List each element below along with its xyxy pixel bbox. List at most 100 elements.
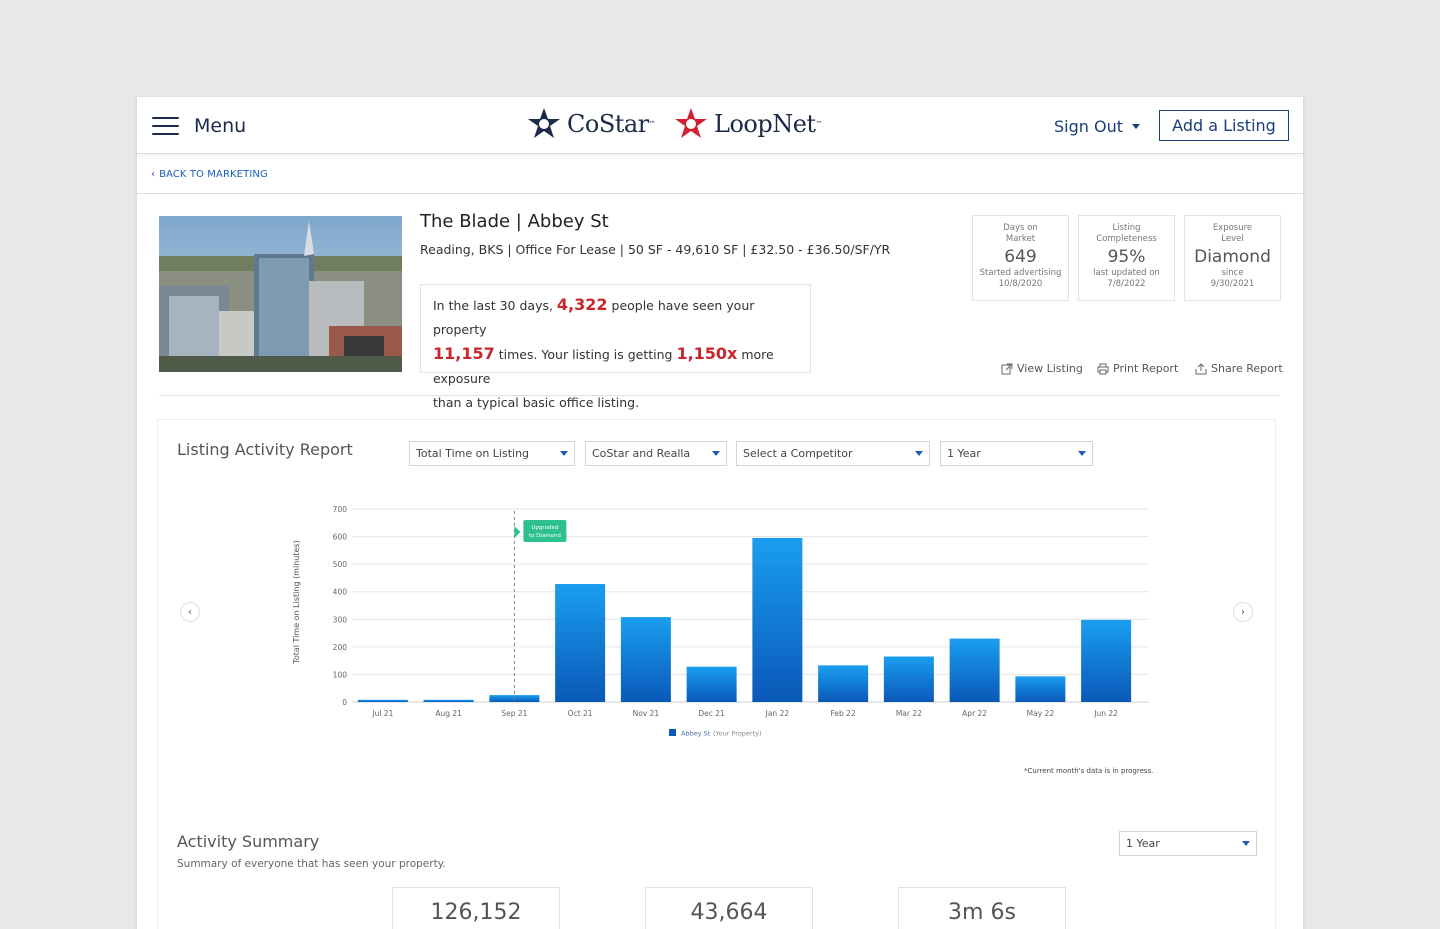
chart-grid [352,508,1149,703]
top-header: Menu CoStar ™ LoopNet ™ Sign Out Add a Lis… [137,97,1303,154]
sites-select-value: CoStar and Realla [592,447,691,460]
chart-next-button[interactable]: › [1233,602,1253,622]
sites-select[interactable]: CoStar and Realla [585,441,727,466]
x-tick-label: Apr 22 [962,709,987,718]
stat-value: 649 [1004,247,1037,267]
bar-jul-21 [357,699,408,702]
sign-out-label: Sign Out [1054,117,1123,136]
legend-label-suffix: (Your Property) [713,730,762,738]
view-listing-link[interactable]: View Listing [1001,362,1083,375]
x-tick-label: Aug 21 [435,709,462,718]
x-tick-label: Jul 21 [371,709,393,718]
legend-swatch [669,729,676,736]
exposure-text: times. Your listing is getting [494,347,677,362]
menu-button[interactable]: Menu [152,115,246,137]
stat-date: 9/30/2021 [1210,279,1255,289]
external-link-icon [1001,363,1013,374]
summary-card-visitors: 43,664 [645,887,813,929]
report-title: Listing Activity Report [177,440,353,459]
exposure-summary: In the last 30 days, 4,322 people have s… [420,284,811,410]
chevron-left-icon: ‹ [188,606,192,618]
exposure-text: than a typical basic office listing. [433,395,640,410]
chart-prev-button[interactable]: ‹ [180,602,200,622]
print-report-label: Print Report [1113,362,1179,375]
chart-footnote: *Current month's data is in progress. [1024,767,1154,775]
x-tick-label: Nov 21 [633,709,660,718]
competitor-select-value: Select a Competitor [743,447,853,460]
property-photo [159,216,402,372]
y-tick-label: 500 [333,560,348,569]
chevron-down-icon [1132,124,1140,129]
exposure-text: In the last 30 days, [433,298,557,313]
share-report-label: Share Report [1211,362,1283,375]
bar-mar-22 [883,656,934,702]
metric-select[interactable]: Total Time on Listing [409,441,575,466]
exposure-multiplier: 1,150x [676,344,738,363]
times-count: 11,157 [433,344,495,363]
share-report-link[interactable]: Share Report [1195,362,1283,375]
summary-title: Activity Summary [177,832,320,851]
caret-down-icon [915,451,923,456]
x-tick-label: Jan 22 [765,709,790,718]
stat-sub: since [1221,268,1244,278]
costar-star-icon [528,108,560,138]
caret-down-icon [1242,841,1250,846]
summary-subtitle: Summary of everyone that has seen your p… [177,858,446,870]
print-report-link[interactable]: Print Report [1097,362,1178,375]
y-tick-label: 600 [333,533,348,542]
chart-legend: Abbey St (Your Property) [669,729,762,738]
hamburger-icon [152,117,179,135]
stat-value: 95% [1107,247,1146,267]
y-tick-label: 0 [342,698,347,707]
chart-y-axis-label: Total Time on Listing (minutes) [292,540,301,664]
stat-date: 7/8/2022 [1107,279,1146,289]
chart-x-ticks: Jul 21 Aug 21 Sep 21 Oct 21 Nov 21 Dec 21 Jan … [371,709,1118,718]
loopnet-logo[interactable]: LoopNet ™ [674,107,823,141]
stat-sub: last updated on [1093,268,1160,278]
period-select[interactable]: 1 Year [940,441,1093,466]
y-tick-label: 100 [333,670,348,679]
stat-label: Exposure Level [1212,223,1253,244]
caret-down-icon [1078,451,1086,456]
summary-period-select[interactable]: 1 Year [1119,831,1257,856]
stat-date: 10/8/2020 [998,279,1043,289]
printer-icon [1097,363,1109,374]
bar-jun-22 [1081,619,1132,702]
bar-jan-22 [752,537,803,702]
section-divider [159,395,1280,396]
bar-apr-22 [949,638,1000,702]
competitor-select[interactable]: Select a Competitor [736,441,930,466]
x-tick-label: Mar 22 [896,709,922,718]
y-tick-label: 200 [333,643,348,652]
x-tick-label: Jun 22 [1093,709,1118,718]
add-listing-button[interactable]: Add a Listing [1159,110,1289,141]
upgrade-badge-text: Upgraded [531,525,558,531]
views-count: 4,322 [556,295,608,314]
bar-feb-22 [818,665,869,702]
caret-down-icon [560,451,568,456]
metric-select-value: Total Time on Listing [416,447,530,460]
bar-may-22 [1015,676,1066,702]
chevron-right-icon: › [1241,606,1245,618]
caret-down-icon [712,451,720,456]
summary-card-time: 3m 6s [898,887,1066,929]
summary-card-views: 126,152 [392,887,560,929]
back-to-marketing-link[interactable]: ‹ BACK TO MARKETING [151,169,268,180]
property-subtitle: Reading, BKS | Office For Lease | 50 SF … [420,242,891,257]
x-tick-label: Sep 21 [501,709,527,718]
y-tick-label: 700 [333,505,348,514]
chart-y-ticks: 0 100 200 300 400 500 600 700 [333,505,348,707]
sign-out-dropdown[interactable]: Sign Out [1054,117,1140,136]
costar-logo[interactable]: CoStar ™ [527,107,656,141]
upgrade-badge-text: to Diamond [529,533,561,539]
activity-chart: 0 100 200 300 400 500 600 700 Jul 21 Aug 21 Sep 2… [292,505,1149,738]
period-select-value: 1 Year [947,447,981,460]
costar-wordmark: CoStar [567,110,649,138]
chevron-left-icon: ‹ [151,169,156,180]
loopnet-star-icon [675,108,707,138]
property-title: The Blade | Abbey St [420,211,609,232]
menu-label: Menu [194,115,247,137]
summary-period-value: 1 Year [1126,837,1160,850]
stat-sub: Started advertising [979,268,1062,278]
app-window: Menu CoStar ™ LoopNet ™ Sign Out Add a Lis… [137,97,1303,929]
